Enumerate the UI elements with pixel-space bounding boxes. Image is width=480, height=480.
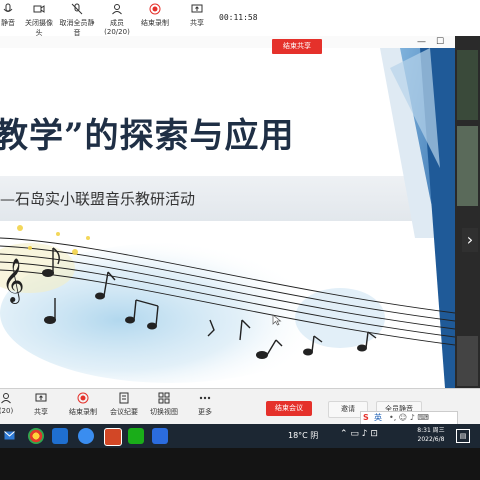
taskbar-clock[interactable]: 8:31 周三 2022/6/8 (408, 426, 454, 444)
minimize-button[interactable]: — (417, 37, 426, 47)
camera-button[interactable]: 关闭摄像头 (22, 3, 56, 37)
mouse-cursor-icon (272, 314, 282, 326)
slide-background: 𝄞 (0, 48, 455, 388)
end-meeting-button[interactable]: 结束会议 (266, 401, 312, 416)
more-icon (199, 396, 211, 400)
ime-toolbar: S 英 •, ☺ ♪ ⌨ (360, 411, 458, 425)
participant-video[interactable] (457, 126, 478, 206)
meeting-top-toolbar: 静音 关闭摄像头 取消全员静音 成员(20/20) 结束录制 共享 00:11:… (0, 0, 480, 37)
grid-icon (158, 392, 170, 404)
svg-text:𝄞: 𝄞 (2, 258, 24, 304)
doc-icon (119, 392, 129, 404)
share-icon (35, 393, 47, 402)
mute-button[interactable]: 静音 (0, 3, 22, 35)
share-button[interactable]: 共享 (30, 392, 52, 422)
meeting-minutes-button[interactable]: 会议纪要 (108, 392, 140, 422)
record-icon (149, 3, 161, 15)
ime-language[interactable]: 英 (374, 412, 382, 424)
meeting-app-icon[interactable] (78, 428, 94, 444)
sogou-icon[interactable]: S (363, 412, 369, 424)
maximize-button[interactable]: ☐ (436, 37, 444, 47)
mic-off-icon (71, 3, 83, 15)
meeting-timer: 00:11:58 (219, 13, 258, 22)
stop-recording-button[interactable]: 结束录制 (138, 3, 172, 35)
chevron-right-icon[interactable]: › (462, 228, 478, 252)
stop-share-button[interactable]: 结束共享 (272, 39, 322, 54)
unmute-all-button[interactable]: 取消全员静音 (57, 3, 97, 37)
powerpoint-icon[interactable] (104, 428, 122, 446)
slide-title: 教学”的探索与应用 (0, 116, 295, 156)
participant-video[interactable] (457, 50, 478, 120)
chrome-icon[interactable] (28, 428, 44, 444)
mail-icon[interactable] (4, 430, 15, 441)
weather-status[interactable]: 18°C 阴 (288, 430, 318, 441)
wechat-icon[interactable] (128, 428, 144, 444)
taskbar-app-icon-2[interactable] (152, 428, 168, 444)
system-tray-icons[interactable]: ⌃ ▭ ♪ ⊡ (340, 429, 378, 439)
members-count[interactable]: (20) (0, 392, 16, 422)
presentation-window-titlebar (0, 36, 480, 48)
presentation-slide: 𝄞 教学”的探索与应用 —石岛实小联盟音乐教研活动 (0, 48, 455, 388)
switch-view-button[interactable]: 切换视图 (148, 392, 180, 422)
ime-tools-icon[interactable]: •, ☺ ♪ ⌨ (389, 412, 429, 424)
stop-recording-button[interactable]: 结束录制 (66, 392, 100, 422)
members-button[interactable]: 成员(20/20) (98, 3, 136, 36)
people-icon (1, 393, 11, 404)
share-icon (191, 4, 203, 13)
taskbar-app-icon[interactable] (52, 428, 68, 444)
camera-icon (33, 5, 45, 13)
screen-bottom-edge (0, 448, 480, 480)
more-button[interactable]: 更多 (194, 392, 216, 422)
people-icon (112, 4, 122, 15)
share-button[interactable]: 共享 (184, 3, 210, 35)
notification-icon[interactable]: ▤ (456, 429, 470, 443)
slide-subtitle: —石岛实小联盟音乐教研活动 (0, 190, 196, 208)
participant-video-strip (455, 36, 480, 388)
record-icon (77, 392, 89, 404)
participant-video[interactable] (457, 336, 478, 386)
mic-icon (3, 3, 13, 12)
